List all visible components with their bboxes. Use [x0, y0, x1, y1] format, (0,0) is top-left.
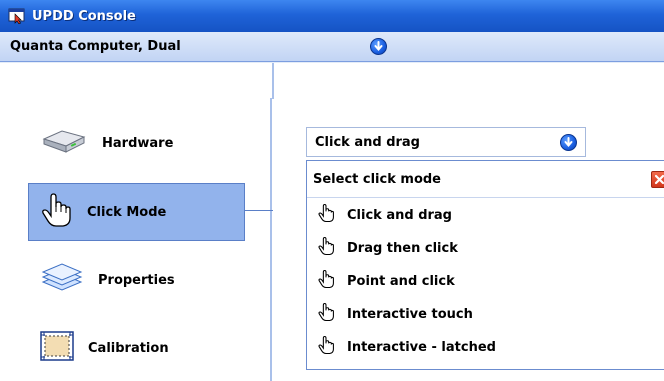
click-mode-selected-value: Click and drag	[315, 134, 420, 150]
option-label: Click and drag	[347, 207, 452, 223]
device-dropdown-arrow-icon[interactable]	[370, 38, 387, 55]
click-mode-option-click-and-drag[interactable]: Click and drag	[317, 203, 452, 227]
sidebar-item-label: Properties	[98, 272, 175, 288]
app-window-icon	[8, 8, 26, 25]
hand-pointer-icon	[317, 335, 335, 359]
click-mode-dropdown: Select click mode Click and drag Drag th…	[306, 160, 664, 370]
sidebar-item-label: Hardware	[102, 135, 174, 151]
hand-pointer-icon	[317, 269, 335, 293]
click-mode-option-interactive-touch[interactable]: Interactive touch	[317, 302, 473, 326]
sidebar-item-label: Calibration	[88, 340, 169, 356]
close-icon[interactable]	[651, 171, 664, 188]
hand-pointer-icon	[317, 203, 335, 227]
hand-pointer-icon	[317, 302, 335, 326]
hand-pointer-icon	[39, 192, 73, 232]
sidebar-item-label: Click Mode	[87, 204, 167, 220]
dropdown-header-title: Select click mode	[313, 171, 441, 187]
chevron-down-icon[interactable]	[560, 133, 577, 151]
sidebar-item-calibration[interactable]: Calibration	[30, 320, 272, 376]
window-title: UPDD Console	[32, 8, 136, 24]
sidebar-item-click-mode[interactable]: Click Mode	[28, 183, 245, 241]
option-label: Drag then click	[347, 240, 458, 256]
layers-icon	[40, 262, 84, 298]
hand-pointer-icon	[317, 236, 335, 260]
selection-connector	[245, 210, 273, 211]
calibration-target-icon	[40, 331, 74, 365]
click-mode-option-point-and-click[interactable]: Point and click	[317, 269, 455, 293]
sidebar-item-hardware[interactable]: Hardware	[30, 115, 272, 171]
content-top-band	[0, 62, 664, 99]
click-mode-select[interactable]: Click and drag	[306, 127, 586, 157]
option-label: Interactive - latched	[347, 339, 496, 355]
sidebar-item-properties[interactable]: Properties	[30, 252, 272, 308]
click-mode-option-drag-then-click[interactable]: Drag then click	[317, 236, 458, 260]
hardware-drive-icon	[40, 125, 88, 161]
title-bar: UPDD Console	[0, 0, 664, 32]
option-label: Point and click	[347, 273, 455, 289]
click-mode-option-interactive-latched[interactable]: Interactive - latched	[317, 335, 496, 359]
dropdown-header: Select click mode	[307, 161, 664, 198]
device-name: Quanta Computer, Dual	[10, 39, 181, 54]
option-label: Interactive touch	[347, 306, 473, 322]
device-selector-bar[interactable]: Quanta Computer, Dual	[0, 32, 664, 62]
